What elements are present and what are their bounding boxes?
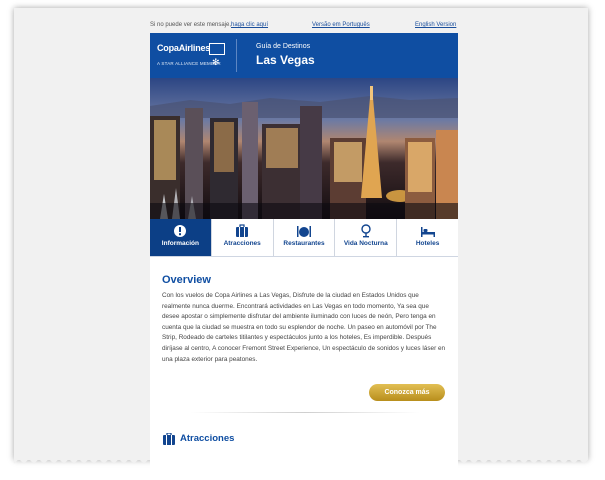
header-divider [236,39,237,72]
tab-label: Atracciones [223,240,261,247]
english-version-link[interactable]: English Version [415,22,456,28]
learn-more-button[interactable]: Conozca más [369,384,445,401]
guide-label: Guía de Destinos [256,43,311,50]
info-icon [150,224,211,238]
utensils-icon [274,224,335,238]
click-here-link[interactable]: haga clic aquí [231,22,268,28]
destination-city: Las Vegas [256,53,315,67]
luggage-icon [162,432,176,450]
cocktail-icon [335,224,396,238]
tab-restaurantes[interactable]: Restaurantes [274,219,336,256]
tab-label: Información [161,240,199,247]
atracciones-heading: Atracciones [180,433,235,444]
email-top-links: Si no puede ver este mensaje, haga clic … [150,19,458,33]
tab-label: Hoteles [415,240,440,247]
overview-heading: Overview [162,274,211,286]
email-body: CopaAirlines A STAR ALLIANCE MEMBER ✻ Gu… [150,33,458,473]
email-header: CopaAirlines A STAR ALLIANCE MEMBER ✻ Gu… [150,33,458,78]
portuguese-version-link[interactable]: Versão em Português [312,22,370,28]
destination-tabs: Información Atracciones Restaurantes Vid… [150,219,458,257]
copa-logo-mark [209,43,225,55]
bed-icon [397,224,458,238]
tab-label: Vida Nocturna [343,240,388,247]
luggage-icon [212,224,273,238]
las-vegas-hero-image [150,78,458,219]
city-skyline-illustration [150,78,458,219]
tab-atracciones[interactable]: Atracciones [212,219,274,256]
cannot-see-text: Si no puede ver este mensaje, [150,22,232,28]
overview-paragraph: Con los vuelos de Copa Airlines a Las Ve… [162,292,446,363]
copa-logo[interactable]: CopaAirlines [157,43,210,53]
tab-hoteles[interactable]: Hoteles [397,219,458,256]
tab-vida-nocturna[interactable]: Vida Nocturna [335,219,398,256]
section-divider [190,412,420,413]
tab-informacion[interactable]: Información [150,219,212,256]
star-alliance-icon: ✻ [212,57,220,67]
tab-label: Restaurantes [283,240,325,247]
